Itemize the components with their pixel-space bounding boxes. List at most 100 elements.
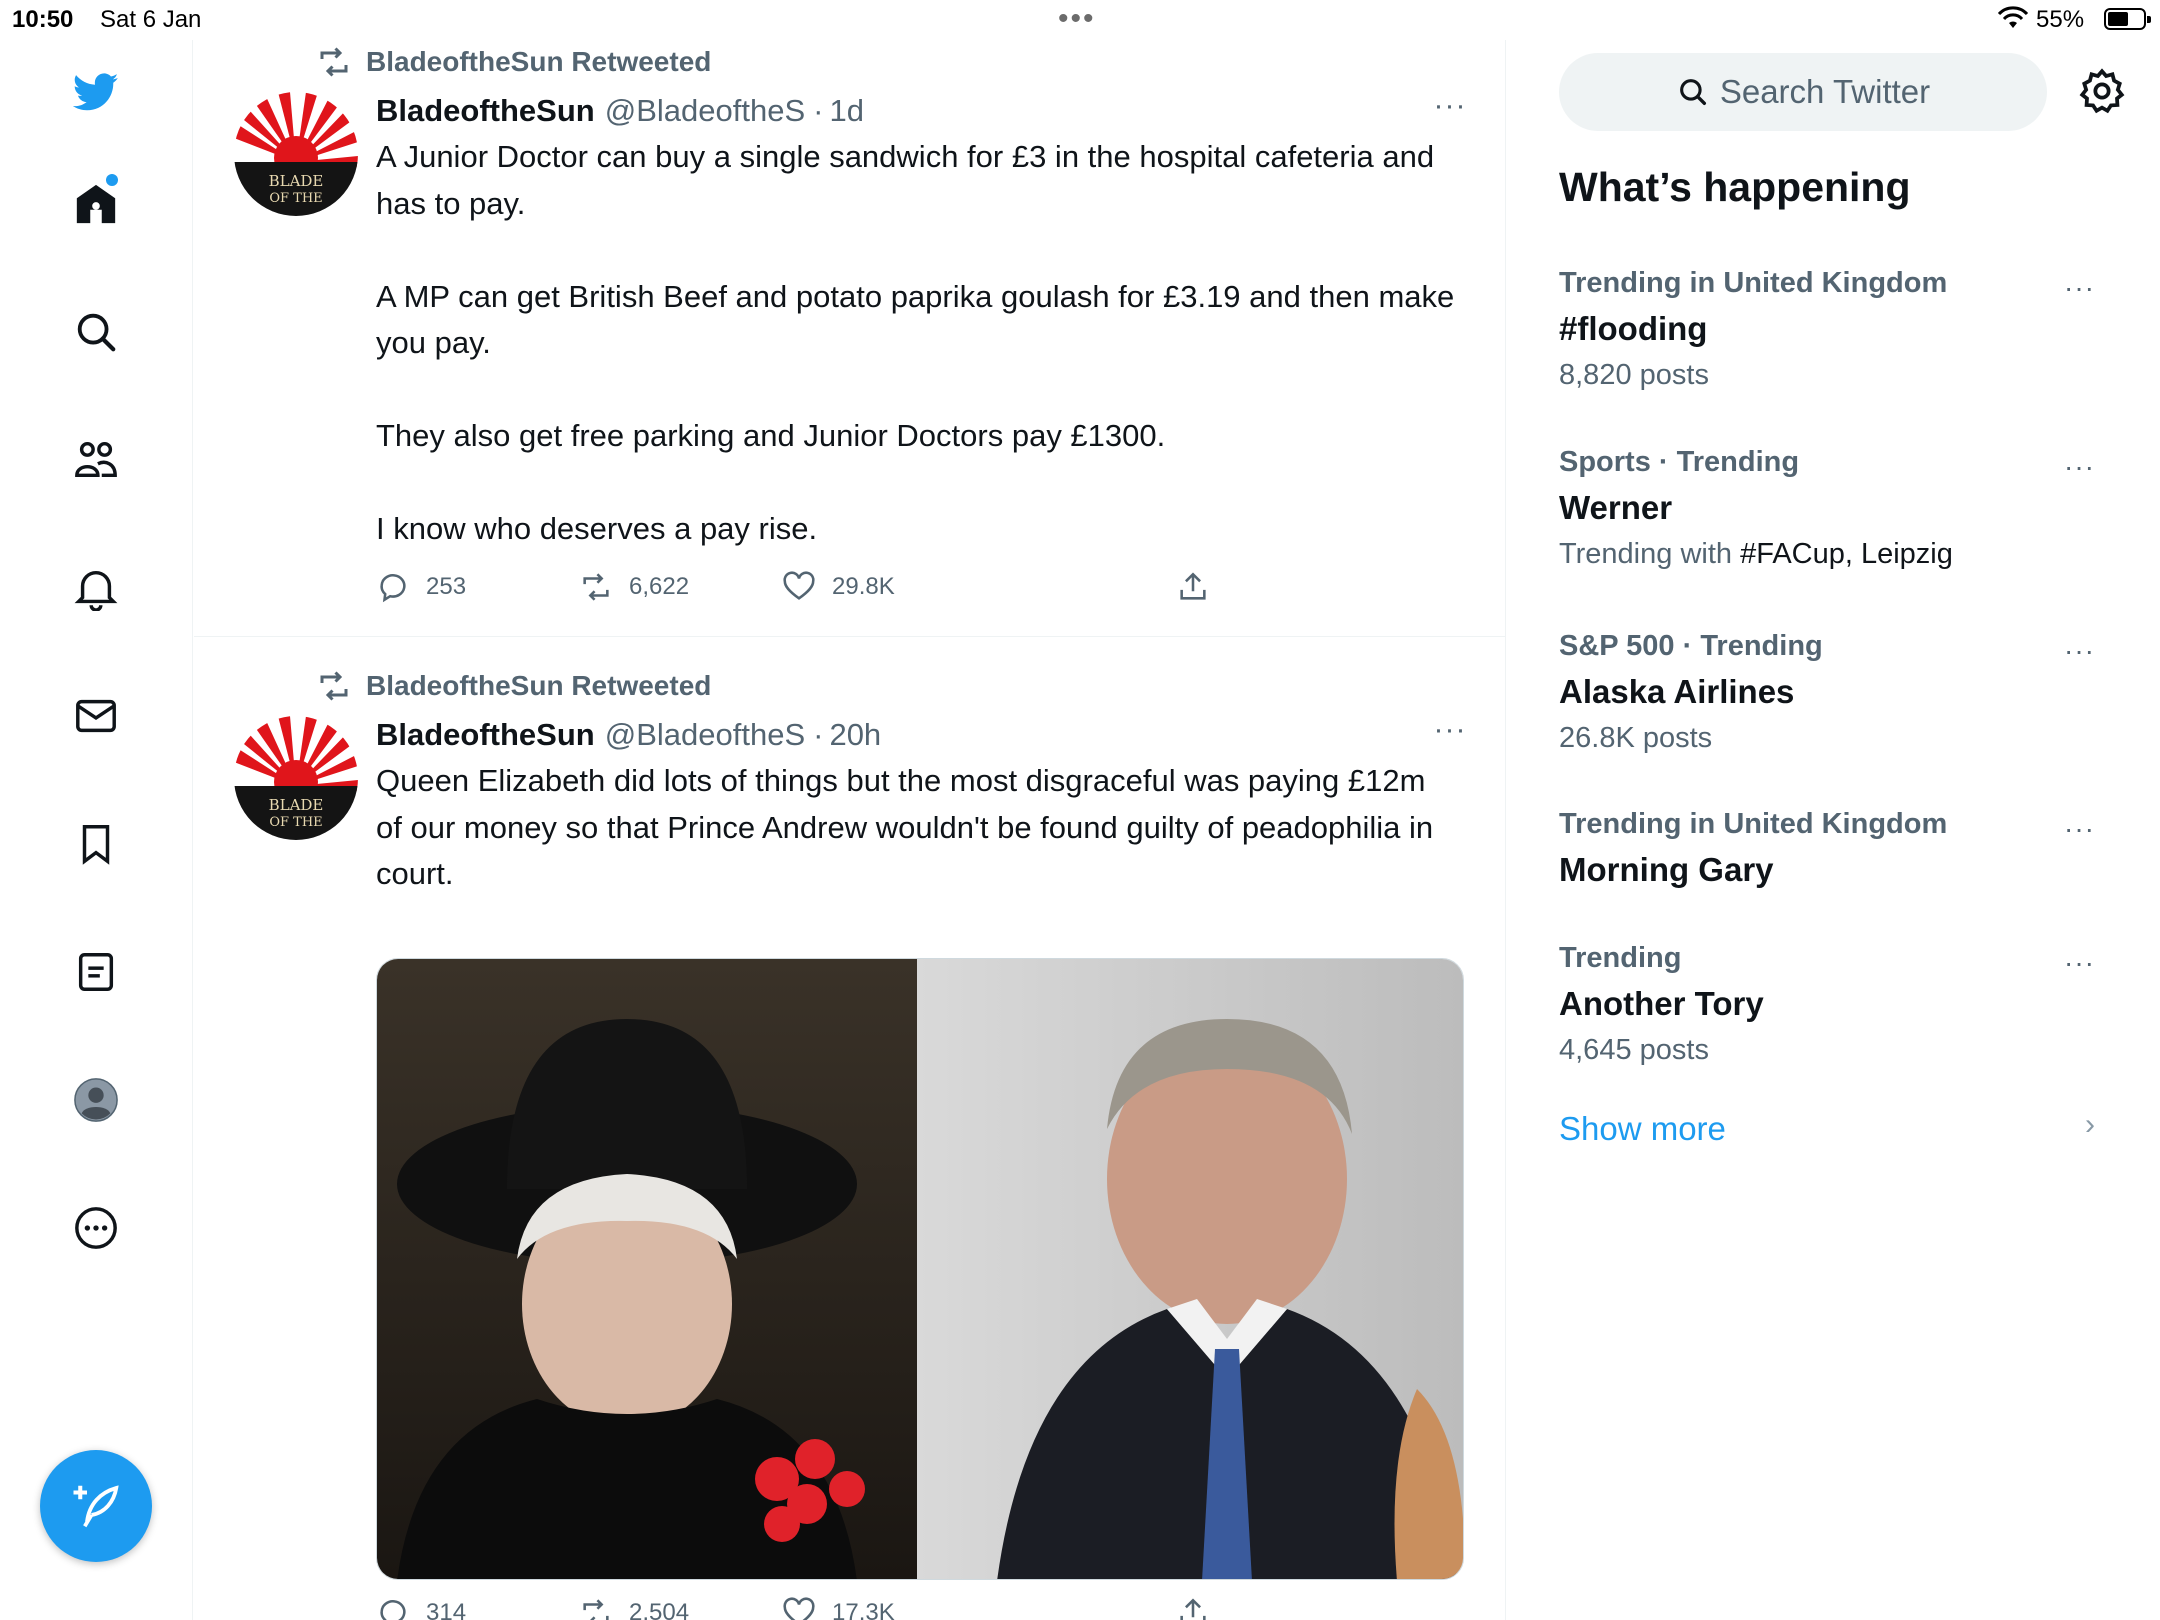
trend-title: Werner [1559, 489, 1673, 526]
tweet-paragraph: A MP can get British Beef and potato pap… [376, 278, 1463, 361]
search-icon [1679, 79, 1706, 106]
retweet-button[interactable]: 2,504 [579, 1593, 689, 1620]
right-sidebar: Search Twitter What’s happening Trending… [1507, 40, 2160, 1620]
reply-icon [380, 1600, 406, 1620]
left-nav [0, 40, 193, 1620]
retweet-icon [320, 671, 348, 701]
author-name[interactable]: BladeoftheSun [376, 93, 595, 129]
svg-text:BLADE: BLADE [269, 796, 324, 814]
wifi-icon [1998, 6, 2028, 28]
author-avatar[interactable]: BLADE OF THE [234, 92, 358, 216]
trend-item[interactable]: Sports · Trending Werner Trending with #… [1559, 439, 2119, 577]
tweet-media-image[interactable] [376, 958, 1464, 1580]
tweet-age[interactable]: 1d [829, 93, 863, 129]
svg-text:BLADE: BLADE [269, 172, 324, 190]
trend-item[interactable]: S&P 500 · Trending Alaska Airlines 26.8K… [1559, 623, 2119, 761]
show-more-link[interactable]: Show more [1559, 1110, 1726, 1148]
trend-sub-prefix: Trending with [1559, 538, 1741, 570]
profile-avatar-icon[interactable] [66, 1070, 126, 1130]
trend-more-icon[interactable]: ··· [2064, 272, 2095, 304]
compose-tweet-button[interactable] [40, 1450, 152, 1562]
more-options-icon[interactable] [66, 1198, 126, 1258]
retweet-button[interactable]: 6,622 [579, 567, 689, 607]
search-input[interactable]: Search Twitter [1559, 53, 2047, 131]
reply-button[interactable]: 253 [376, 567, 466, 607]
trend-item[interactable]: Trending in United Kingdom #flooding 8,8… [1559, 260, 2119, 398]
retweet-icon [583, 1599, 609, 1620]
author-handle[interactable]: @BladeoftheS [605, 93, 805, 129]
share-button[interactable] [1176, 567, 1226, 607]
messages-envelope-icon[interactable] [66, 686, 126, 746]
timeline: BladeoftheSun Retweeted BLADE OF THE Bla… [194, 40, 1506, 1620]
tweet-paragraph: I know who deserves a pay rise. [376, 511, 818, 546]
retweet-context: BladeoftheSun Retweeted [316, 42, 711, 82]
reply-button[interactable]: 314 [376, 1593, 466, 1620]
trend-more-icon[interactable]: ··· [2064, 813, 2095, 845]
author-avatar[interactable]: BLADE OF THE [234, 716, 358, 840]
tweet-paragraph: Queen Elizabeth did lots of things but t… [376, 763, 1442, 891]
status-date: Sat 6 Jan [100, 6, 202, 33]
multitasking-dots-icon[interactable]: ••• [1058, 2, 1096, 36]
trend-meta: S&P 500 · Trending [1559, 630, 1823, 662]
tweet[interactable]: BladeoftheSun Retweeted BLADE OF THE Bla… [194, 40, 1505, 637]
whats-happening-heading: What’s happening [1559, 164, 1911, 210]
like-button[interactable]: 29.8K [782, 567, 895, 607]
author-name[interactable]: BladeoftheSun [376, 717, 595, 753]
twitter-logo-icon[interactable] [66, 62, 126, 122]
trend-meta: Trending in United Kingdom [1559, 808, 1948, 840]
trend-title: #flooding [1559, 310, 1708, 347]
tweet-more-icon[interactable]: ··· [1430, 715, 1470, 750]
trend-meta: Sports · Trending [1559, 446, 1800, 478]
share-icon [1180, 1598, 1206, 1620]
trend-subtitle: Trending with #FACup, Leipzig [1559, 531, 2119, 577]
trend-title: Another Tory [1559, 985, 1764, 1022]
header-separator: · [813, 717, 824, 752]
retweet-count: 2,504 [629, 1599, 690, 1620]
trend-post-count: 26.8K posts [1559, 722, 1713, 754]
trend-more-icon[interactable]: ··· [2064, 947, 2095, 979]
trend-item[interactable]: Trending in United Kingdom Morning Gary … [1559, 801, 2119, 893]
trend-title: Morning Gary [1559, 851, 1774, 888]
notifications-bell-icon[interactable] [66, 558, 126, 618]
like-button[interactable]: 17.3K [782, 1593, 895, 1620]
author-handle[interactable]: @BladeoftheS [605, 717, 805, 753]
feather-plus-icon [73, 1485, 119, 1528]
trend-more-icon[interactable]: ··· [2064, 451, 2095, 483]
svg-text:OF THE: OF THE [269, 815, 322, 830]
share-icon [1180, 572, 1206, 600]
tweet-paragraph: A Junior Doctor can buy a single sandwic… [376, 139, 1443, 221]
trend-title: Alaska Airlines [1559, 673, 1795, 710]
tweet-text: A Junior Doctor can buy a single sandwic… [376, 134, 1456, 553]
trend-item[interactable]: Trending Another Tory 4,645 posts ··· [1559, 935, 2119, 1073]
share-button[interactable] [1176, 1593, 1226, 1620]
tweet-paragraph: They also get free parking and Junior Do… [376, 418, 1166, 453]
battery-percent: 55% [2036, 6, 2085, 33]
settings-gear-icon[interactable] [2077, 66, 2127, 116]
heart-icon [783, 1597, 815, 1620]
tweet-age[interactable]: 20h [829, 717, 881, 753]
status-time: 10:50 [12, 6, 74, 33]
header-separator: · [813, 93, 824, 128]
chevron-right-icon: › [2085, 1108, 2095, 1141]
retweet-count: 6,622 [629, 573, 690, 600]
retweet-context: BladeoftheSun Retweeted [316, 666, 711, 706]
trend-post-count: 8,820 posts [1559, 359, 1709, 391]
tweet[interactable]: BladeoftheSun Retweeted BLADE OF THE Bla… [194, 638, 1505, 1620]
bookmarks-icon[interactable] [66, 814, 126, 874]
battery-icon [2104, 8, 2151, 30]
reply-count: 314 [426, 1599, 467, 1620]
trend-related-tags[interactable]: #FACup, Leipzig [1740, 538, 1953, 570]
reply-count: 253 [426, 573, 467, 600]
heart-icon [783, 571, 815, 600]
trend-post-count: 4,645 posts [1559, 1034, 1709, 1066]
lists-icon[interactable] [66, 942, 126, 1002]
tweet-header: BladeoftheSun @BladeoftheS · 1d [376, 88, 864, 134]
home-notification-dot [106, 174, 118, 186]
search-icon[interactable] [66, 302, 126, 362]
status-bar: 10:50 Sat 6 Jan ••• 55% [0, 0, 2160, 40]
tweet-more-icon[interactable]: ··· [1430, 91, 1470, 126]
like-count: 29.8K [832, 573, 895, 600]
svg-text:OF THE: OF THE [269, 191, 322, 206]
trend-more-icon[interactable]: ··· [2064, 635, 2095, 667]
communities-icon[interactable] [66, 430, 126, 490]
